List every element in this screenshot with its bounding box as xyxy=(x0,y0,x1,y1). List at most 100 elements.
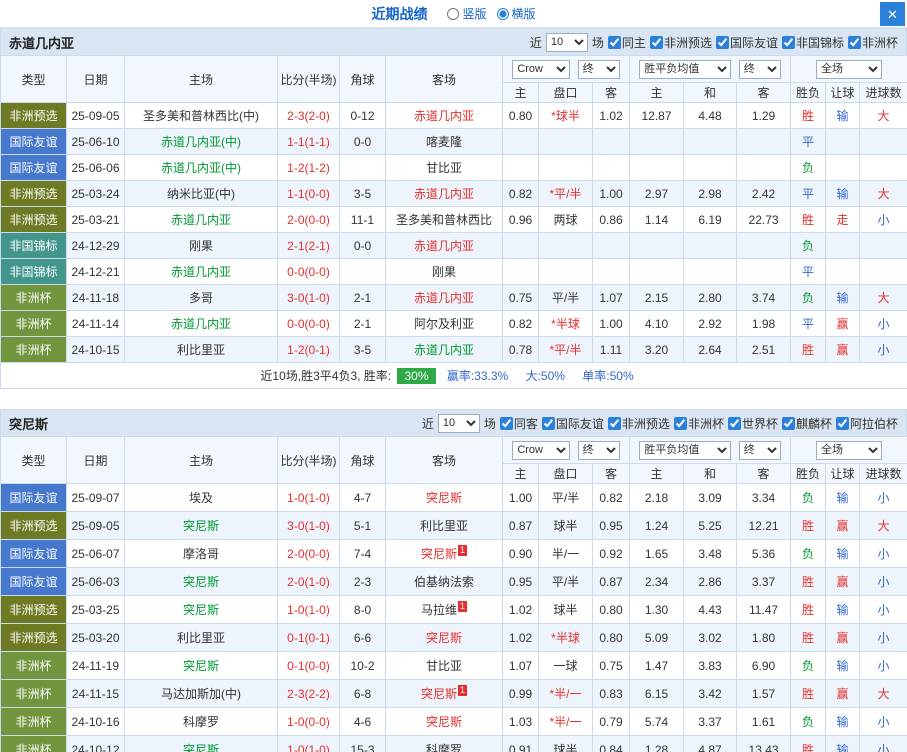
filter-checkbox[interactable] xyxy=(835,416,849,430)
filter-非洲预选[interactable]: 非洲预选 xyxy=(649,34,712,51)
match-date: 25-06-10 xyxy=(66,128,125,155)
layout-vertical-option[interactable]: 竖版 xyxy=(447,5,487,22)
scope-select[interactable]: 全场 xyxy=(816,440,883,460)
away-team: 利比里亚 xyxy=(385,511,503,540)
col-handicap-result: 让球 xyxy=(825,463,861,484)
match-corners: 15-3 xyxy=(339,735,386,752)
filter-checkbox[interactable] xyxy=(781,35,795,49)
match-corners: 4-6 xyxy=(339,707,386,736)
filter-checkbox[interactable] xyxy=(541,416,555,430)
handicap-away-odds xyxy=(591,128,631,155)
col-result: 胜负 xyxy=(790,82,827,103)
filter-阿拉伯杯[interactable]: 阿拉伯杯 xyxy=(835,415,898,432)
col-date: 日期 xyxy=(66,436,125,484)
odds-away-win xyxy=(736,128,792,155)
handicap-line: 平/半 xyxy=(538,483,593,512)
result-handicap: 赢 xyxy=(825,310,861,337)
result-handicap xyxy=(825,154,861,181)
europe-odds-select[interactable]: 胜平负均值 xyxy=(639,59,732,79)
match-row: 非洲预选 25-09-05 圣多美和普林西比(中) 2-3(2-0) 0-12 赤道几内亚… xyxy=(0,102,907,129)
odds-home-win xyxy=(629,258,685,285)
handicap-away-odds: 0.80 xyxy=(591,623,631,652)
odds-home-win xyxy=(629,232,685,259)
close-button[interactable]: ✕ xyxy=(880,2,905,26)
handicap-home-odds: 0.82 xyxy=(502,180,539,207)
handicap-home-odds xyxy=(502,128,539,155)
result-handicap: 输 xyxy=(825,284,861,311)
vertical-radio[interactable] xyxy=(447,7,460,20)
bookmaker-select[interactable]: Crow xyxy=(512,59,571,79)
handicap-line: 平/半 xyxy=(538,567,593,596)
filter-麒麟杯[interactable]: 麒麟杯 xyxy=(781,415,832,432)
filter-非洲杯[interactable]: 非洲杯 xyxy=(847,34,898,51)
competition-filters: 同客 国际友谊 非洲预选 非洲杯 世界杯 麒麟杯 阿拉伯杯 xyxy=(499,415,898,432)
match-score: 1-0(1-0) xyxy=(277,735,340,752)
title-bar: 近期战绩 竖版 横版 ✕ xyxy=(0,0,907,28)
odds-draw: 2.64 xyxy=(683,336,738,363)
home-team: 赤道几内亚(中) xyxy=(124,128,278,155)
result-goals: 大 xyxy=(859,679,907,708)
handicap-odds-controls: Crow 终 xyxy=(501,436,631,464)
filter-checkbox[interactable] xyxy=(499,416,513,430)
scope-select[interactable]: 全场 xyxy=(816,59,883,79)
europe-odds-select[interactable]: 胜平负均值 xyxy=(639,440,732,460)
match-row: 非洲预选 25-03-24 纳米比亚(中) 1-1(0-0) 3-5 赤道几内亚 0.82 *… xyxy=(0,180,907,207)
result-handicap: 输 xyxy=(825,707,861,736)
handicap-line: *半/一 xyxy=(538,707,593,736)
filter-同客[interactable]: 同客 xyxy=(499,415,538,432)
handicap-away-odds: 0.87 xyxy=(591,567,631,596)
matches-table: 类型 日期 主场 比分(半场) 角球 客场 Crow 终 胜平负均值 终 全场 xyxy=(0,55,907,389)
col-score: 比分(半场) xyxy=(277,436,340,484)
result-goals: 小 xyxy=(859,651,907,680)
filter-checkbox[interactable] xyxy=(781,416,795,430)
match-row: 非洲预选 25-03-21 赤道几内亚 2-0(0-0) 11-1 圣多美和普林西比 0.9… xyxy=(0,206,907,233)
filter-国际友谊[interactable]: 国际友谊 xyxy=(541,415,604,432)
odds-home-win: 2.97 xyxy=(629,180,685,207)
europe-time-select[interactable]: 终 xyxy=(738,59,781,79)
filter-checkbox[interactable] xyxy=(607,35,621,49)
filter-checkbox[interactable] xyxy=(715,35,729,49)
match-count-select[interactable]: 10 xyxy=(437,413,480,433)
match-date: 25-09-07 xyxy=(66,483,125,512)
away-team: 科摩罗 xyxy=(385,735,503,752)
match-date: 24-10-16 xyxy=(66,707,125,736)
europe-time-select[interactable]: 终 xyxy=(738,440,781,460)
handicap-line: *半/一 xyxy=(538,679,593,708)
layout-horizontal-option[interactable]: 横版 xyxy=(496,5,536,22)
bookmaker-select[interactable]: Crow xyxy=(512,440,571,460)
handicap-time-select[interactable]: 终 xyxy=(577,440,620,460)
home-team: 科摩罗 xyxy=(124,707,278,736)
filter-国际友谊[interactable]: 国际友谊 xyxy=(715,34,778,51)
match-row: 国际友谊 25-09-07 埃及 1-0(1-0) 4-7 突尼斯 1.00 平/半 0.82 2… xyxy=(0,483,907,512)
filter-非洲杯[interactable]: 非洲杯 xyxy=(673,415,724,432)
handicap-away-odds: 0.75 xyxy=(591,651,631,680)
filter-checkbox[interactable] xyxy=(673,416,687,430)
filter-世界杯[interactable]: 世界杯 xyxy=(727,415,778,432)
handicap-home-odds: 0.82 xyxy=(502,310,539,337)
filter-非洲预选[interactable]: 非洲预选 xyxy=(607,415,670,432)
match-date: 25-03-21 xyxy=(66,206,125,233)
match-date: 24-10-15 xyxy=(66,336,125,363)
filter-checkbox[interactable] xyxy=(727,416,741,430)
filter-非国锦标[interactable]: 非国锦标 xyxy=(781,34,844,51)
away-team: 突尼斯 1 xyxy=(385,679,503,708)
filter-checkbox[interactable] xyxy=(847,35,861,49)
scope-controls: 全场 xyxy=(790,55,907,83)
filter-checkbox[interactable] xyxy=(607,416,621,430)
result-goals: 大 xyxy=(859,284,907,311)
match-row: 非洲杯 24-11-19 突尼斯 0-1(0-0) 10-2 甘比亚 1.07 一球 0.75 1… xyxy=(0,651,907,680)
handicap-time-select[interactable]: 终 xyxy=(577,59,620,79)
horizontal-radio[interactable] xyxy=(496,7,509,20)
match-count-select[interactable]: 10 xyxy=(545,32,588,52)
filter-同主[interactable]: 同主 xyxy=(607,34,646,51)
home-team: 纳米比亚(中) xyxy=(124,180,278,207)
match-corners: 6-6 xyxy=(339,623,386,652)
result-outcome: 胜 xyxy=(790,206,827,233)
handicap-home-odds: 1.02 xyxy=(502,623,539,652)
match-date: 24-12-21 xyxy=(66,258,125,285)
filter-checkbox[interactable] xyxy=(649,35,663,49)
home-team: 突尼斯 xyxy=(124,595,278,624)
odds-draw: 2.86 xyxy=(683,567,738,596)
handicap-line: 球半 xyxy=(538,595,593,624)
handicap-line xyxy=(538,232,593,259)
